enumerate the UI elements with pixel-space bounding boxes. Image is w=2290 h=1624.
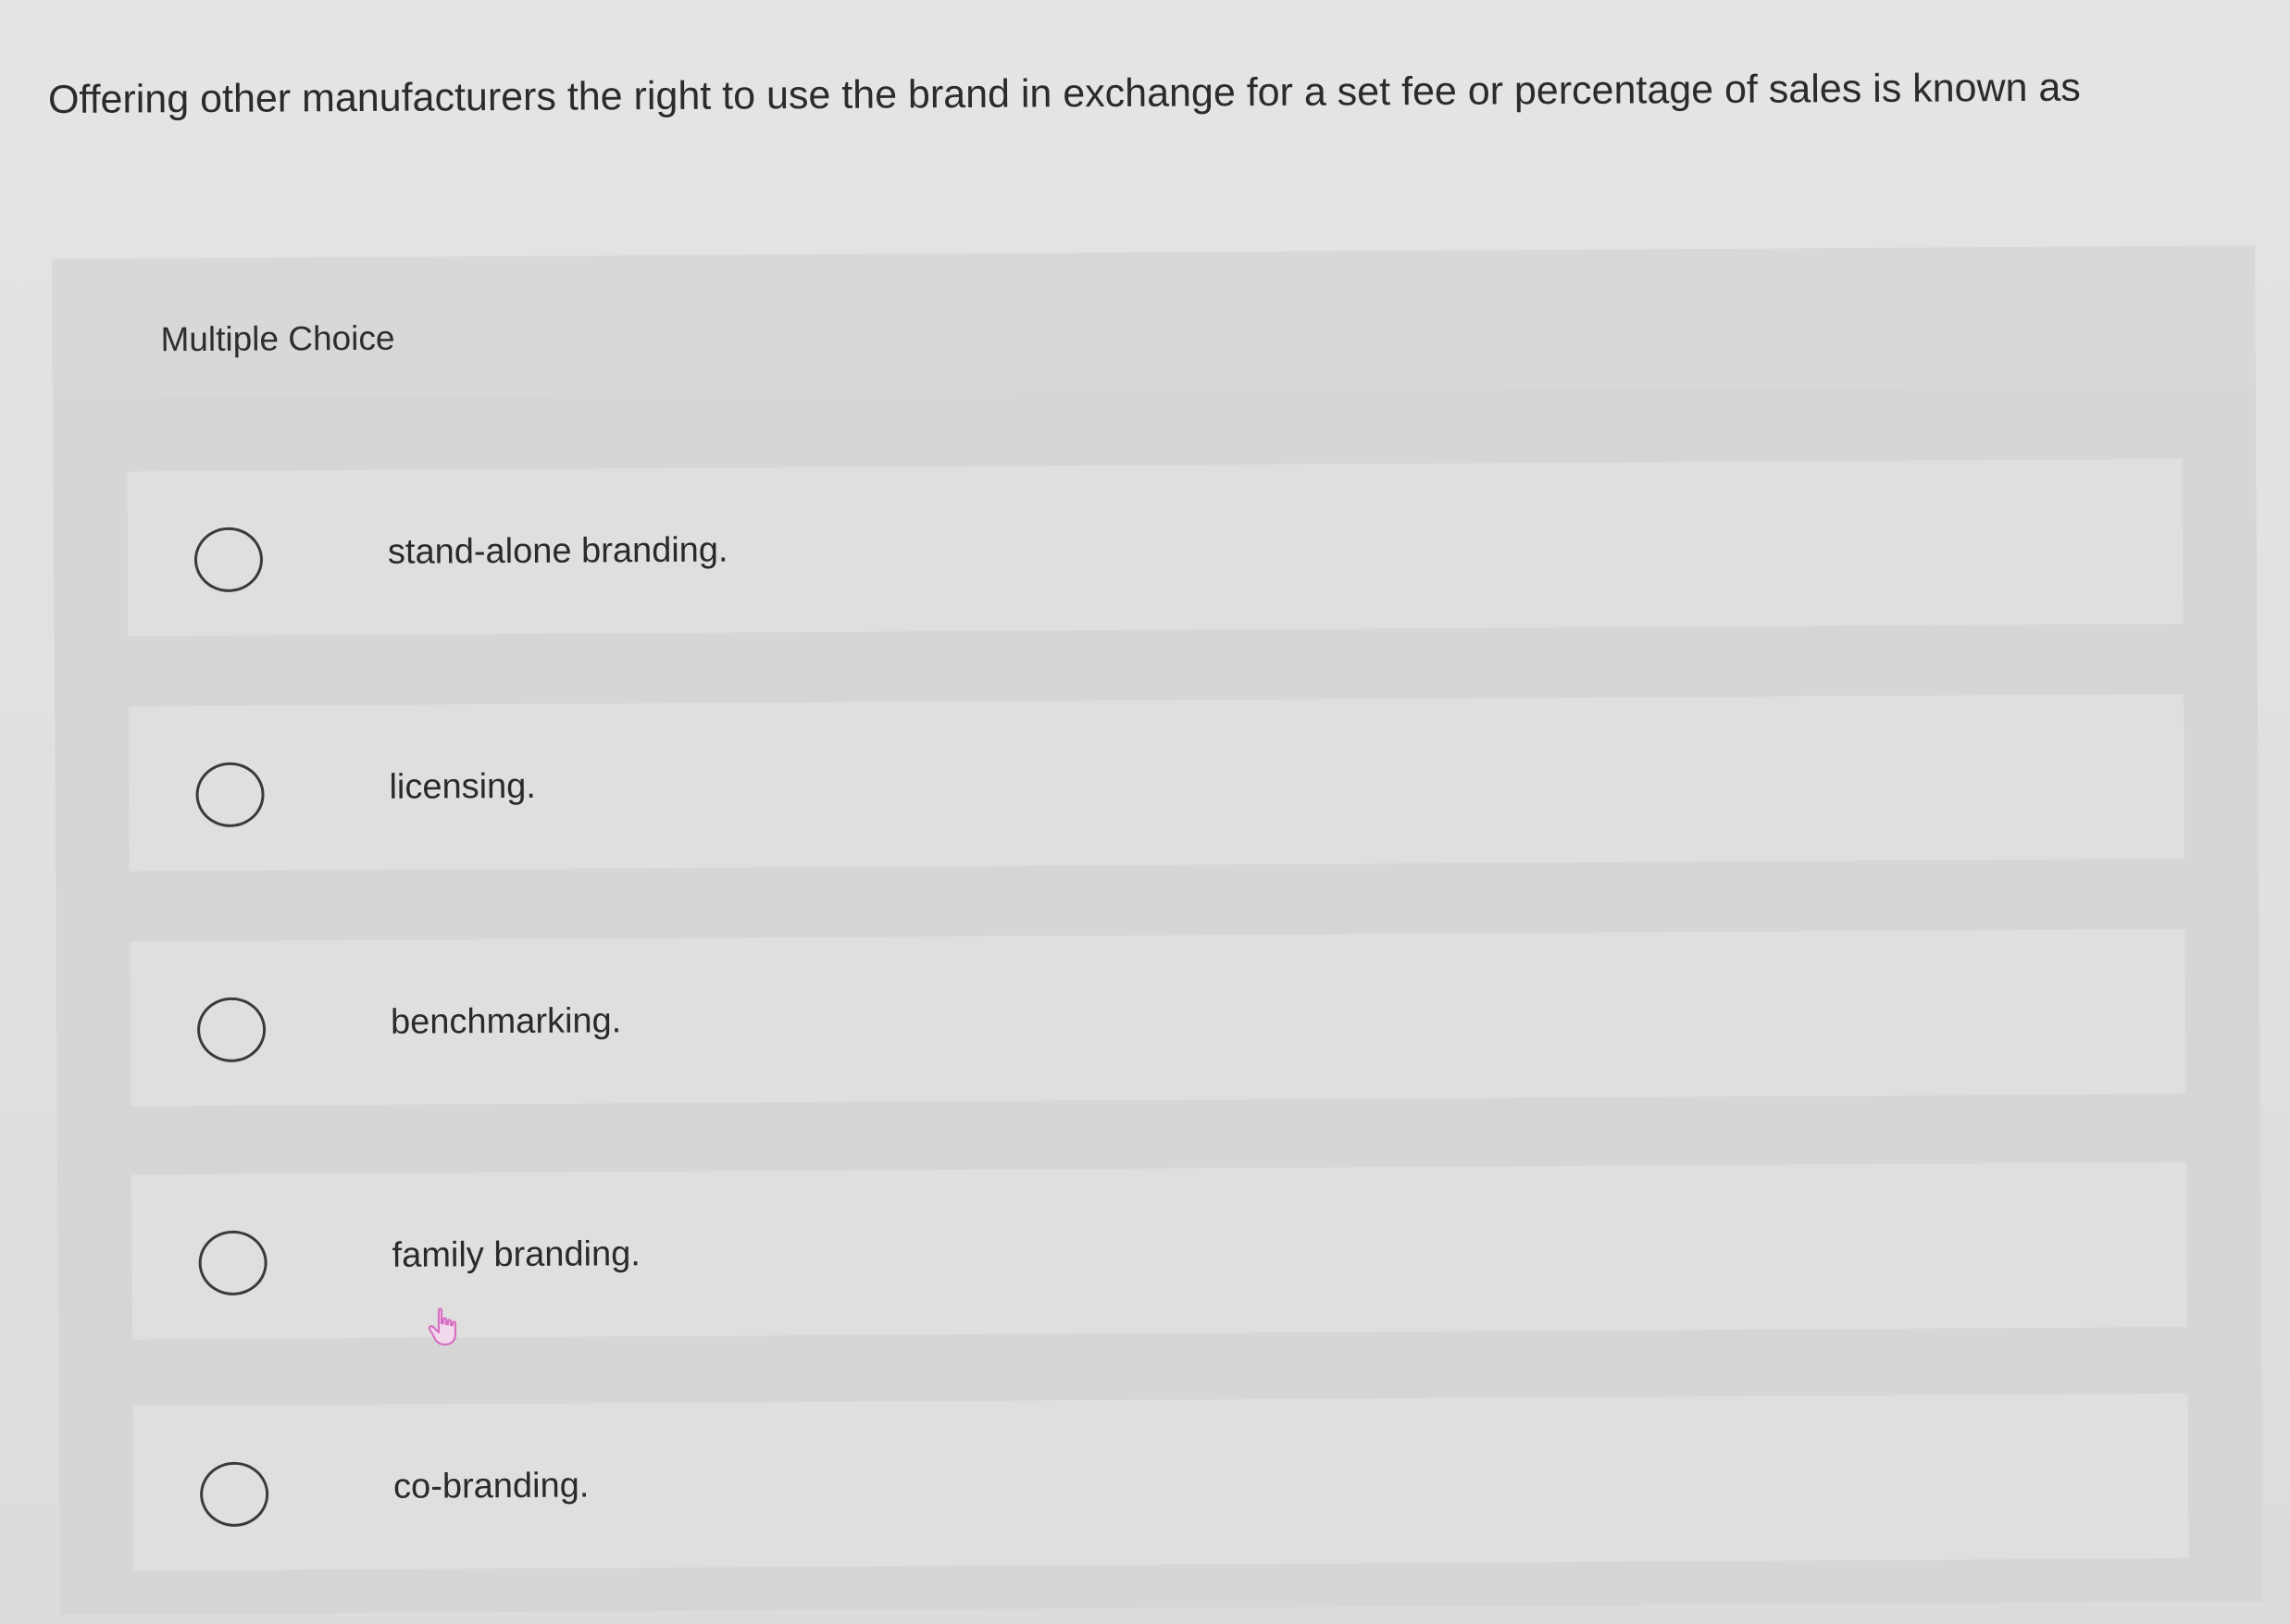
choice-label: family branding.: [392, 1234, 641, 1275]
radio-button-icon[interactable]: [196, 997, 267, 1063]
radio-button-icon[interactable]: [199, 1461, 269, 1528]
question-text: Offering other manufacturers the right t…: [47, 65, 2081, 122]
multiple-choice-panel: Multiple Choice stand-alone branding. li…: [52, 245, 2263, 1615]
choice-option-co-branding[interactable]: co-branding.: [132, 1393, 2189, 1571]
choice-option-benchmarking[interactable]: benchmarking.: [130, 928, 2186, 1107]
radio-button-icon[interactable]: [193, 527, 264, 593]
hand-pointer-icon: [428, 1308, 457, 1346]
choice-label: benchmarking.: [390, 1001, 622, 1042]
choice-label: stand-alone branding.: [387, 530, 728, 572]
radio-button-icon[interactable]: [198, 1230, 268, 1296]
choice-option-stand-alone-branding[interactable]: stand-alone branding.: [127, 458, 2184, 637]
multiple-choice-header: Multiple Choice: [52, 245, 2256, 398]
multiple-choice-label: Multiple Choice: [160, 318, 395, 359]
choice-option-licensing[interactable]: licensing.: [128, 693, 2185, 872]
choice-label: co-branding.: [392, 1466, 590, 1506]
choice-label: licensing.: [389, 766, 537, 807]
radio-button-icon[interactable]: [195, 762, 265, 828]
